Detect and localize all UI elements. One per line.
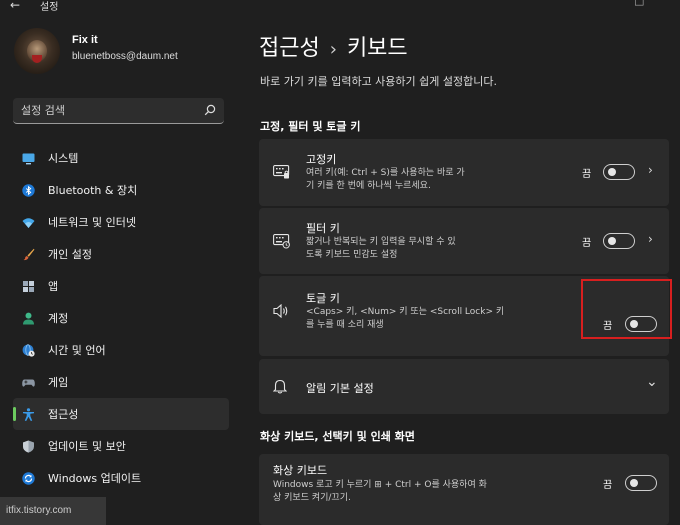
chevron-right-icon[interactable]: ›	[648, 232, 653, 246]
sticky-keys-desc-line1: 여러 키(예: Ctrl + S)를 사용하는 바로 가	[306, 168, 465, 178]
onscreen-keyboard-card[interactable]: 화상 키보드 Windows 로고 키 누르기 ⊞ + Ctrl + O를 사용…	[259, 454, 669, 525]
sidebar-item-accessibility[interactable]: 접근성	[13, 398, 229, 430]
back-arrow-icon[interactable]: ←	[10, 0, 20, 12]
sidebar-item-accounts[interactable]: 계정	[13, 302, 229, 334]
wifi-icon	[22, 218, 35, 228]
sticky-keys-toggle[interactable]	[603, 164, 635, 180]
brush-icon	[23, 248, 35, 261]
active-indicator	[13, 407, 16, 421]
filter-keys-card[interactable]: 필터 키 짧거나 반복되는 키 입력을 무시할 수 있 도록 키보드 민감도 설…	[259, 208, 669, 274]
profile-name: Fix it	[72, 34, 98, 46]
speaker-icon	[273, 304, 288, 318]
breadcrumb-parent[interactable]: 접근성	[259, 36, 320, 61]
sidebar-item-gaming[interactable]: 게임	[13, 366, 229, 398]
filter-keys-title: 필터 키	[306, 222, 340, 235]
chevron-right-icon[interactable]: ›	[648, 163, 653, 177]
search-icon[interactable]	[204, 104, 216, 116]
gamepad-icon	[22, 379, 35, 387]
watermark: itfix.tistory.com	[0, 497, 106, 525]
section-title-sticky-filter-toggle: 고정, 필터 및 토글 키	[260, 120, 361, 133]
sidebar-item-update-security[interactable]: 업데이트 및 보안	[13, 430, 229, 462]
title-bar: ← 설정 □	[0, 0, 680, 14]
search-box[interactable]	[13, 98, 224, 124]
bluetooth-icon	[22, 184, 35, 197]
keyboard-lock-icon	[273, 165, 290, 179]
filter-keys-state: 끔	[582, 238, 592, 249]
apps-icon	[23, 281, 34, 292]
filter-keys-desc-line2: 도록 키보드 민감도 설정	[306, 250, 398, 260]
system-icon	[22, 153, 35, 165]
window-title: 설정	[40, 2, 59, 13]
search-input[interactable]	[21, 102, 201, 118]
toggle-keys-desc-line2: 를 누를 때 소리 재생	[306, 320, 384, 330]
sidebar-item-windows-update[interactable]: Windows 업데이트	[13, 462, 229, 494]
onscreen-keyboard-toggle[interactable]	[625, 475, 657, 491]
sticky-keys-card[interactable]: 고정키 여러 키(예: Ctrl + S)를 사용하는 바로 가 기 키를 한 …	[259, 139, 669, 206]
keyboard-timer-icon	[273, 234, 290, 249]
main-content: 접근성 › 키보드 바로 가기 키를 입력하고 사용하기 쉽게 설정합니다. 고정,…	[237, 14, 680, 525]
sidebar-item-apps[interactable]: 앱	[13, 270, 229, 302]
page-title: 키보드	[346, 36, 408, 61]
toggle-keys-desc-line1: <Caps> 키, <Num> 키 또는 <Scroll Lock> 키	[306, 307, 505, 317]
highlight-box	[581, 279, 672, 339]
breadcrumb: 접근성 › 키보드	[259, 30, 408, 62]
onscreen-keyboard-desc-line2: 상 키보드 켜기/끄기.	[273, 493, 351, 503]
sidebar-nav: 시스템 Bluetooth & 장치 네트워크 및 인터넷 개인 설정 앱 계정	[13, 142, 229, 494]
onscreen-keyboard-title: 화상 키보드	[273, 464, 328, 477]
toggle-keys-title: 토글 키	[306, 292, 340, 305]
filter-keys-desc-line1: 짧거나 반복되는 키 입력을 무시할 수 있	[306, 237, 456, 247]
filter-keys-toggle[interactable]	[603, 233, 635, 249]
notification-preferences-title: 알림 기본 설정	[306, 382, 374, 395]
profile-email: bluenetboss@daum.net	[72, 51, 178, 62]
sidebar-item-bluetooth[interactable]: Bluetooth & 장치	[13, 174, 229, 206]
sidebar-item-network[interactable]: 네트워크 및 인터넷	[13, 206, 229, 238]
page-description: 바로 가기 키를 입력하고 사용하기 쉽게 설정합니다.	[260, 75, 497, 88]
accessibility-icon	[23, 408, 34, 421]
onscreen-keyboard-state: 끔	[603, 480, 613, 491]
account-icon	[23, 312, 34, 325]
sidebar-item-personalization[interactable]: 개인 설정	[13, 238, 229, 270]
sidebar: Fix it bluenetboss@daum.net 시스템 Bluetoot…	[0, 14, 237, 525]
bell-icon	[273, 379, 287, 394]
sidebar-item-time-language[interactable]: 시간 및 언어	[13, 334, 229, 366]
sidebar-item-system[interactable]: 시스템	[13, 142, 229, 174]
chevron-down-icon[interactable]: ⌄	[646, 374, 658, 390]
user-profile[interactable]: Fix it bluenetboss@daum.net	[14, 28, 234, 88]
breadcrumb-separator: ›	[329, 39, 337, 60]
sticky-keys-state: 끔	[582, 169, 592, 180]
refresh-icon	[22, 472, 35, 485]
sticky-keys-desc-line2: 기 키를 한 번에 하나씩 누르세요.	[306, 181, 431, 191]
sticky-keys-title: 고정키	[306, 153, 337, 166]
globe-clock-icon	[22, 344, 35, 357]
shield-icon	[23, 440, 34, 453]
notification-preferences-card[interactable]: 알림 기본 설정 ⌄	[259, 359, 669, 414]
avatar	[14, 28, 60, 74]
section-title-onscreen-keyboard: 화상 키보드, 선택키 및 인쇄 화면	[260, 430, 415, 443]
maximize-button[interactable]: □	[634, 0, 644, 7]
onscreen-keyboard-desc-line1: Windows 로고 키 누르기 ⊞ + Ctrl + O를 사용하여 화	[273, 480, 487, 490]
